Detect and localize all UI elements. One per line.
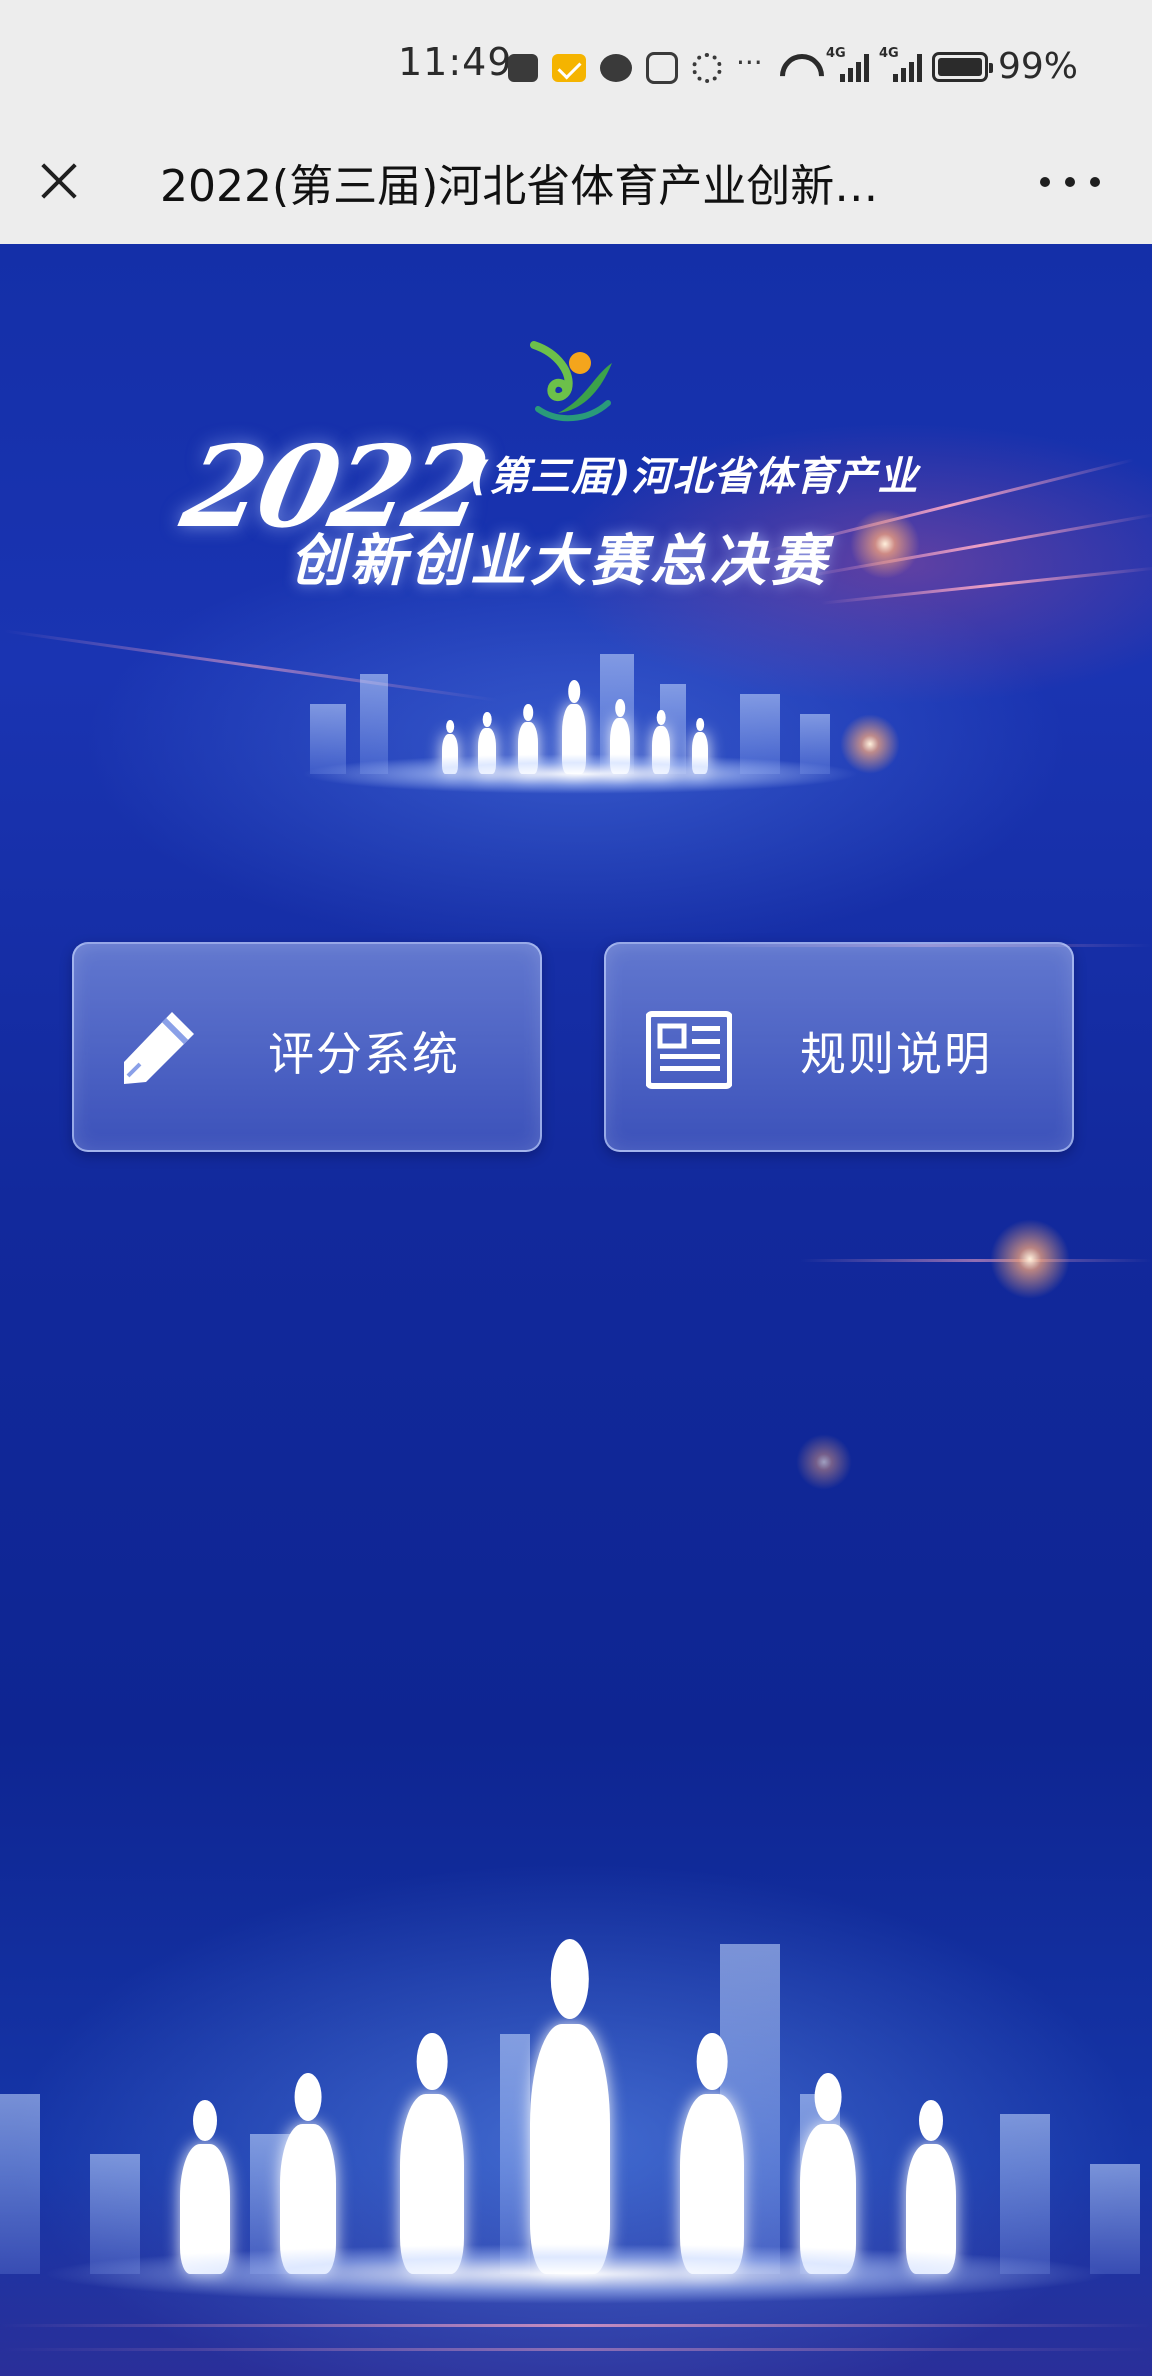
network-type-2: 4G — [879, 45, 899, 61]
status-bar: 11:49 ··· 4G 4G 99% — [0, 0, 1152, 134]
light-flare — [850, 509, 920, 579]
mail-notification-icon — [552, 54, 586, 82]
battery-percent: 99% — [998, 46, 1079, 87]
light-streak — [0, 2324, 1152, 2327]
banner-subtitle: (第三届)河北省体育产业 — [470, 454, 919, 500]
chat-notification-icon — [600, 54, 632, 82]
horizon-glow — [300, 754, 860, 794]
close-icon[interactable] — [30, 154, 86, 210]
network-type-1: 4G — [826, 45, 846, 61]
system-status: 4G 4G 99% — [778, 46, 1079, 88]
rules-label: 规则说明 — [800, 1027, 992, 1081]
rules-button[interactable]: 规则说明 — [604, 942, 1074, 1152]
light-streak — [0, 2348, 1152, 2351]
more-notifications-icon: ··· — [736, 45, 763, 79]
wifi-icon — [778, 52, 816, 82]
notification-icons: ··· — [508, 46, 763, 86]
settings-notification-icon — [692, 53, 722, 83]
horizon-glow — [40, 2244, 1112, 2304]
banner-title: 创新创业大赛总决赛 — [290, 529, 830, 594]
event-logo — [530, 341, 612, 422]
more-icon[interactable] — [1040, 164, 1100, 200]
battery-icon — [932, 51, 993, 82]
document-icon — [646, 1011, 732, 1089]
page-title: 2022(第三届)河北省体育产业创新… — [160, 161, 879, 212]
signal-icon: 4G — [826, 46, 869, 82]
hand-notification-icon — [646, 52, 678, 84]
page-content: 2022 (第三届)河北省体育产业 创新创业大赛总决赛 评分系统 规则说明 — [0, 244, 1152, 2376]
scoring-system-button[interactable]: 评分系统 — [72, 942, 542, 1152]
app-notification-icon — [508, 54, 538, 82]
bottom-skyline — [0, 1864, 1152, 2274]
status-time: 11:49 — [398, 40, 513, 84]
light-flare — [796, 1434, 852, 1490]
signal-icon: 4G — [879, 46, 922, 82]
title-bar: 2022(第三届)河北省体育产业创新… — [0, 134, 1152, 244]
scoring-system-label: 评分系统 — [268, 1027, 460, 1081]
pencil-icon — [124, 1012, 194, 1084]
light-flare — [990, 1219, 1070, 1299]
light-streak — [800, 1259, 1152, 1262]
